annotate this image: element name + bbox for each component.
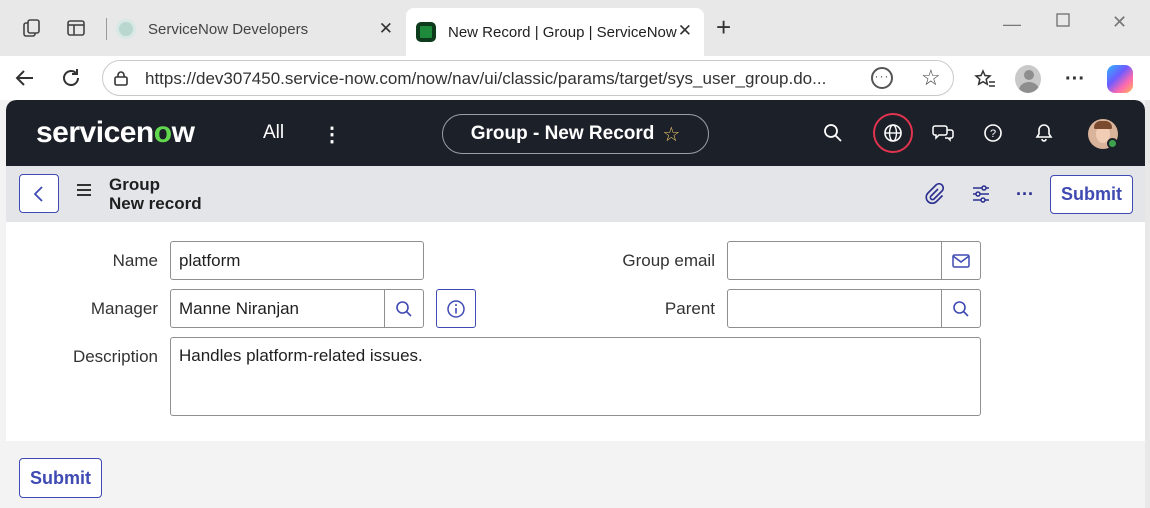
name-field[interactable]: platform <box>170 241 424 280</box>
window-right-edge <box>1145 100 1150 508</box>
manager-field[interactable]: Manne Niranjan <box>170 289 385 328</box>
browser-tab-strip: ServiceNow Developers ✕ New Record | Gro… <box>0 0 1150 56</box>
tab-servicenow-developers[interactable]: ServiceNow Developers ✕ <box>106 10 405 48</box>
context-title: Group - New Record <box>470 123 655 144</box>
tab-new-record-group[interactable]: New Record | Group | ServiceNow ✕ <box>406 8 704 56</box>
description-field[interactable]: Handles platform-related issues. <box>170 337 981 416</box>
tab-separator <box>106 18 107 40</box>
copilot-icon[interactable] <box>1107 65 1133 93</box>
close-tab-icon[interactable]: ✕ <box>678 21 692 41</box>
search-icon[interactable] <box>820 120 846 146</box>
submit-button-top[interactable]: Submit <box>1050 175 1133 214</box>
more-menu-icon[interactable]: ⋮ <box>322 122 342 147</box>
attachment-icon[interactable] <box>922 182 946 206</box>
form-title: Group New record <box>109 175 202 213</box>
name-label: Name <box>112 251 158 270</box>
back-button[interactable] <box>19 174 59 213</box>
manager-lookup-button[interactable] <box>384 289 424 328</box>
submit-button-bottom[interactable]: Submit <box>19 458 102 498</box>
servicenow-favicon <box>416 22 436 42</box>
tab-actions-icon[interactable] <box>64 16 88 40</box>
parent-field[interactable] <box>727 289 942 328</box>
group-email-field[interactable] <box>727 241 942 280</box>
chat-icon[interactable] <box>930 120 956 146</box>
close-tab-icon[interactable]: ✕ <box>379 19 393 39</box>
help-icon[interactable]: ? <box>980 120 1006 146</box>
parent-label: Parent <box>664 299 715 318</box>
more-options-icon[interactable]: ··· <box>1013 182 1037 206</box>
all-menu[interactable]: All <box>263 122 284 144</box>
servicenow-header: servicenow All ⋮ Group - New Record ☆ ? <box>6 100 1145 166</box>
workspaces-icon[interactable] <box>20 16 44 40</box>
minimize-icon[interactable]: — <box>1003 14 1021 35</box>
lock-icon[interactable] <box>113 70 129 86</box>
browser-menu-icon[interactable]: ··· <box>1062 66 1088 92</box>
parent-lookup-button[interactable] <box>941 289 981 328</box>
tab-label: New Record | Group | ServiceNow <box>448 23 677 41</box>
notifications-bell-icon[interactable] <box>1031 120 1057 146</box>
profile-avatar-icon[interactable] <box>1015 65 1041 93</box>
svg-text:?: ? <box>990 128 996 140</box>
manager-info-button[interactable] <box>436 289 476 328</box>
envelope-icon <box>952 253 970 268</box>
group-form: Name platform Manager Manne Niranjan Des… <box>6 222 1145 441</box>
refresh-icon[interactable] <box>58 65 84 91</box>
online-status-dot <box>1107 138 1118 149</box>
page-actions-icon[interactable]: ··· <box>871 67 893 89</box>
send-email-button[interactable] <box>941 241 981 280</box>
context-title-pill[interactable]: Group - New Record ☆ <box>442 114 709 154</box>
search-icon <box>953 300 969 317</box>
form-context-menu-icon[interactable] <box>77 184 91 199</box>
servicenow-developers-favicon <box>116 19 136 39</box>
new-tab-plus-icon[interactable]: + <box>716 14 731 40</box>
window-close-icon[interactable]: ✕ <box>1112 12 1127 33</box>
url-field[interactable]: https://dev307450.service-now.com/now/na… <box>102 60 954 96</box>
globe-icon[interactable] <box>880 120 906 146</box>
url-text[interactable]: https://dev307450.service-now.com/now/na… <box>145 69 826 89</box>
favorites-list-icon[interactable] <box>972 66 998 92</box>
favorite-star-icon[interactable]: ☆ <box>662 122 680 147</box>
search-icon <box>396 300 412 317</box>
tab-label: ServiceNow Developers <box>148 20 309 38</box>
favorite-star-icon[interactable]: ☆ <box>921 65 941 91</box>
form-title-table: Group <box>109 175 160 194</box>
info-icon <box>447 299 465 318</box>
manager-label: Manager <box>90 299 158 318</box>
servicenow-app: servicenow All ⋮ Group - New Record ☆ ? <box>6 100 1145 508</box>
group-email-label: Group email <box>622 251 715 270</box>
personalize-form-icon[interactable] <box>969 182 993 206</box>
back-arrow-icon[interactable] <box>12 65 38 91</box>
form-title-record: New record <box>109 194 202 213</box>
form-header-bar: Group New record ··· Submit <box>6 166 1145 222</box>
servicenow-logo[interactable]: servicenow <box>36 116 195 150</box>
description-label: Description <box>72 347 158 366</box>
maximize-icon[interactable] <box>1055 12 1071 33</box>
browser-address-bar: https://dev307450.service-now.com/now/na… <box>0 56 1150 100</box>
